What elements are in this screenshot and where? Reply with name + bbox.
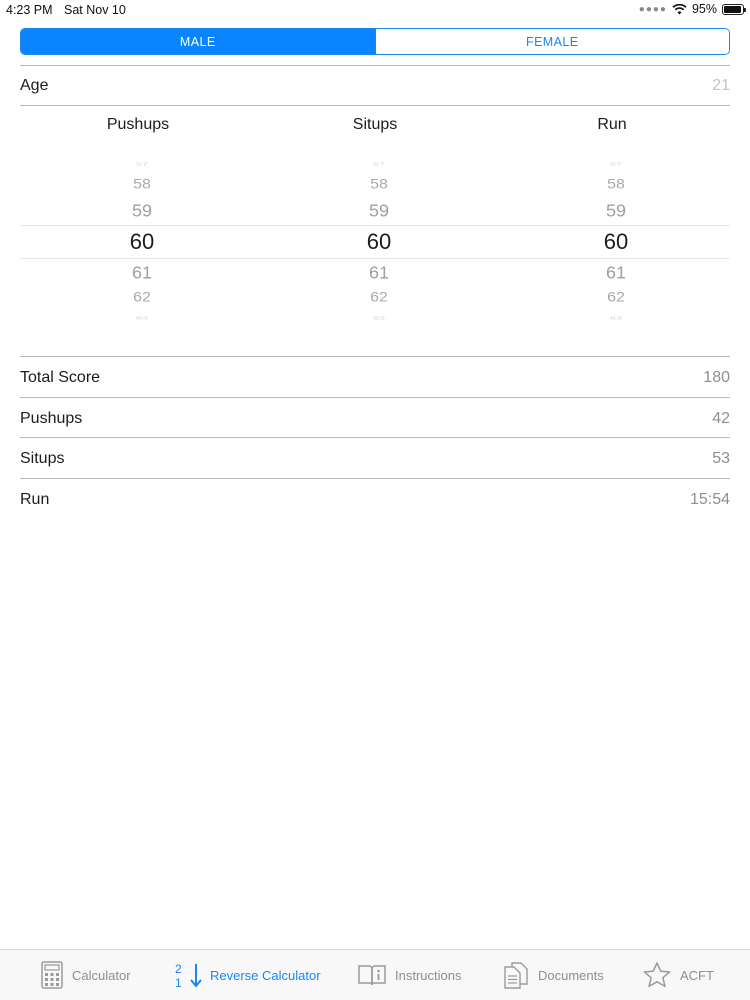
run-picker-header: Run [597, 116, 627, 133]
status-bar: 4:23 PM Sat Nov 10 ●●●● 95% [0, 0, 750, 20]
tab-documents-label: Documents [538, 967, 604, 983]
book-icon [358, 965, 386, 986]
situps-result-value: 53 [712, 450, 730, 467]
battery-percent: 95% [691, 2, 717, 16]
status-right: ●●●● 95% [638, 2, 746, 16]
status-time: 4:23 PM [6, 3, 53, 17]
picker-value[interactable]: 57 [92, 161, 192, 166]
divider [20, 437, 730, 438]
picker-selection-top [20, 225, 730, 226]
signal-dots-icon: ●●●● [638, 3, 667, 15]
tab-calculator[interactable]: Calculator [40, 950, 131, 1000]
pushups-result-label: Pushups [20, 410, 83, 427]
tab-reverse-calculator[interactable]: 2 1 Reverse Calculator [172, 950, 321, 1000]
picker-value[interactable]: 62 [329, 290, 429, 305]
status-date: Sat Nov 10 [64, 3, 126, 17]
pushups-picker-header: Pushups [106, 116, 170, 133]
tab-instructions-label: Instructions [395, 967, 462, 983]
picker-value[interactable]: 63 [566, 315, 666, 320]
picker-value[interactable]: 58 [92, 177, 192, 192]
wifi-icon [672, 3, 687, 14]
picker-value[interactable]: 60 [92, 229, 192, 255]
picker-value[interactable]: 60 [566, 229, 666, 255]
situps-picker-header: Situps [352, 116, 398, 133]
age-label: Age [20, 77, 49, 94]
picker-value[interactable]: 57 [329, 161, 429, 166]
picker-value[interactable]: 57 [566, 161, 666, 166]
picker-value[interactable]: 58 [329, 177, 429, 192]
divider [20, 397, 730, 398]
tab-acft-label: ACFT [680, 967, 714, 983]
picker-value[interactable]: 61 [92, 264, 192, 284]
picker-value[interactable]: 62 [92, 290, 192, 305]
battery-icon [722, 3, 746, 15]
sort-descending-icon: 2 1 [175, 962, 202, 990]
run-result-value: 15:54 [689, 491, 730, 508]
picker-value[interactable]: 62 [566, 290, 666, 305]
tab-documents[interactable]: Documents [502, 950, 604, 1000]
tab-calculator-label: Calculator [72, 967, 131, 983]
divider [20, 356, 730, 357]
tab-acft[interactable]: ACFT [642, 950, 714, 1000]
picker-value[interactable]: 59 [92, 202, 192, 222]
segment-male[interactable]: MALE [21, 29, 375, 54]
situps-result-label: Situps [20, 450, 65, 467]
age-value: 21 [712, 77, 730, 94]
document-icon [504, 962, 528, 989]
picker-value[interactable]: 58 [566, 177, 666, 192]
segment-female[interactable]: FEMALE [374, 29, 729, 54]
tab-bar: Calculator 2 1 Reverse Calculator Instru… [0, 949, 750, 1000]
divider [20, 65, 730, 66]
svg-text:2: 2 [175, 962, 182, 976]
run-result-label: Run [20, 491, 50, 508]
pushups-result-value: 42 [712, 410, 730, 427]
picker-value[interactable]: 63 [92, 315, 192, 320]
gender-segmented-control[interactable]: MALE FEMALE [20, 28, 730, 55]
divider [20, 478, 730, 479]
total-score-value: 180 [703, 369, 730, 386]
tab-instructions[interactable]: Instructions [357, 950, 461, 1000]
picker-value[interactable]: 61 [329, 264, 429, 284]
star-icon [643, 962, 671, 988]
picker-value[interactable]: 60 [329, 229, 429, 255]
tab-reverse-calculator-label: Reverse Calculator [210, 967, 321, 983]
picker-value[interactable]: 63 [329, 315, 429, 320]
picker-value[interactable]: 61 [566, 264, 666, 284]
picker-value[interactable]: 59 [566, 202, 666, 222]
svg-text:1: 1 [175, 976, 182, 990]
calculator-icon [41, 961, 63, 989]
picker-value[interactable]: 59 [329, 202, 429, 222]
picker-selection-bottom [20, 258, 730, 259]
total-score-label: Total Score [20, 369, 101, 386]
divider [20, 105, 730, 106]
